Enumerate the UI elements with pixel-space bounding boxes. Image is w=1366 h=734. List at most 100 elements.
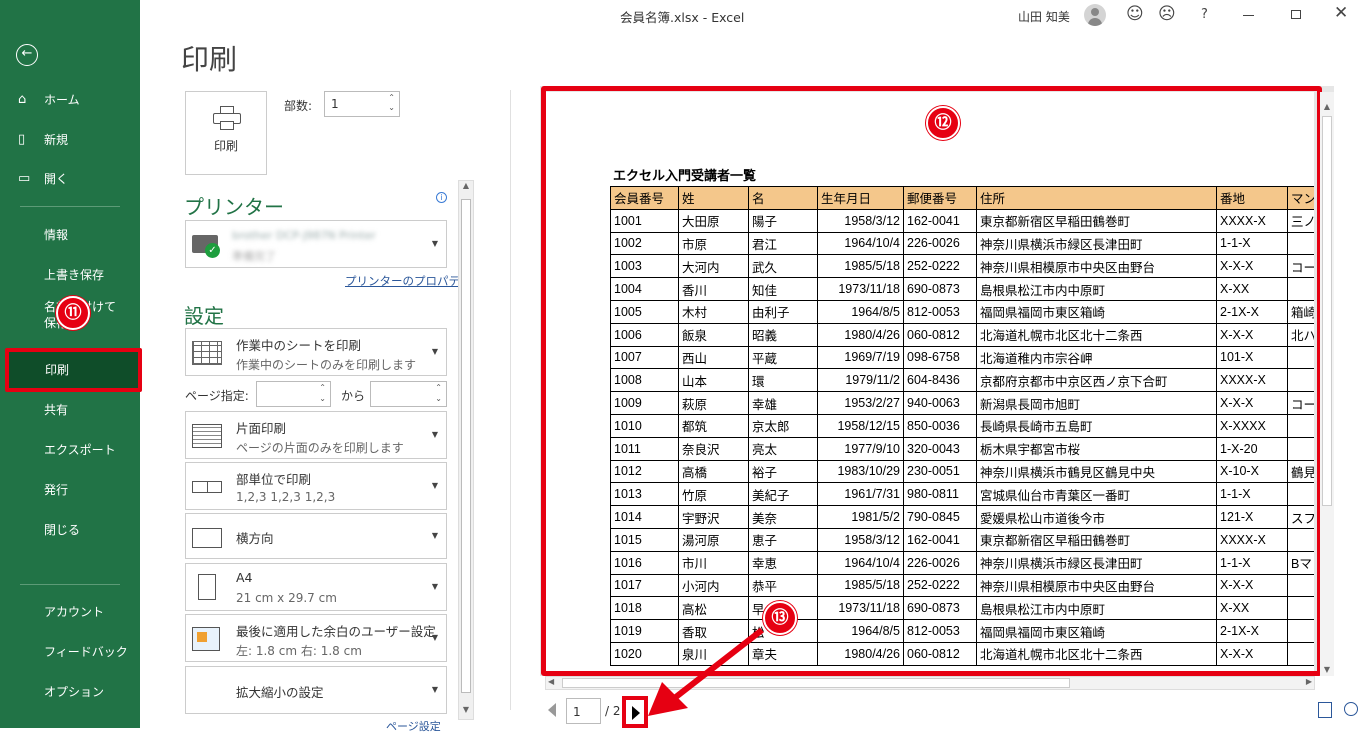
print-what-dropdown[interactable]: 作業中のシートを印刷 作業中のシートのみを印刷します ▼ <box>185 328 447 376</box>
show-margins-icon[interactable] <box>1318 702 1332 718</box>
sidebar-item-publish[interactable]: 発行 <box>0 472 140 508</box>
sidebar-item-label: 開く <box>44 172 69 186</box>
sidebar-item-save[interactable]: 上書き保存 <box>0 257 140 293</box>
frown-icon[interactable]: ☹ <box>1158 4 1176 24</box>
prev-page-button[interactable] <box>548 703 556 717</box>
settings-heading: 設定 <box>184 304 224 328</box>
sidebar-item-export[interactable]: エクスポート <box>0 432 140 468</box>
page-title: 印刷 <box>181 43 238 76</box>
home-icon: ⌂ <box>18 92 27 107</box>
sidebar-item-feedback[interactable]: フィードバック <box>0 634 140 670</box>
help-button[interactable]: ? <box>1201 7 1208 22</box>
option-subtitle: 21 cm x 29.7 cm <box>236 591 337 605</box>
user-name[interactable]: 山田 知美 <box>1018 8 1070 25</box>
sidebar-item-label: フィードバック <box>44 645 128 659</box>
page-number-value: 1 <box>573 705 581 719</box>
margins-dropdown[interactable]: 最後に適用した余白のユーザー設定 左: 1.8 cm 右: 1.8 cm ▼ <box>185 614 447 662</box>
sidebar-item-label: 新規 <box>44 133 69 147</box>
option-subtitle: ページの片面のみを印刷します <box>236 441 404 455</box>
collate-icon <box>192 481 222 493</box>
panel-divider <box>510 90 511 710</box>
page-from-input[interactable]: ⌃ ⌄ <box>256 381 331 407</box>
chevron-down-icon: ▼ <box>431 481 438 490</box>
scaling-dropdown[interactable]: 拡大縮小の設定 ▼ <box>185 666 447 714</box>
restore-button[interactable] <box>1291 10 1301 19</box>
sidebar-item-info[interactable]: 情報 <box>0 217 140 253</box>
check-icon: ✓ <box>205 243 220 258</box>
annotation-arrow <box>648 627 764 716</box>
sidebar-item-print[interactable]: 印刷 <box>5 348 142 392</box>
paper-size-dropdown[interactable]: A4 21 cm x 29.7 cm ▼ <box>185 563 447 611</box>
preview-highlight <box>541 86 1322 676</box>
chevron-down-icon: ▼ <box>431 685 438 694</box>
scrollbar-thumb[interactable] <box>562 678 1070 688</box>
sidebar-item-label: 上書き保存 <box>44 268 105 282</box>
orientation-dropdown[interactable]: 横方向 ▼ <box>185 513 447 559</box>
new-document-icon: ▯ <box>18 132 26 147</box>
option-subtitle: 作業中のシートのみを印刷します <box>236 358 417 372</box>
sidebar-item-close[interactable]: 閉じる <box>0 512 140 548</box>
option-title: A4 <box>236 570 253 585</box>
option-title: 拡大縮小の設定 <box>236 685 324 700</box>
back-button[interactable]: ← <box>16 44 38 66</box>
print-button[interactable]: 印刷 <box>185 91 267 175</box>
printer-dropdown[interactable]: ✓ brother DCP-J987N Printer 準備完了 ▼ <box>185 220 447 268</box>
sidebar-separator <box>20 206 120 207</box>
sidebar-item-label: アカウント <box>44 605 105 619</box>
sidebar-item-account[interactable]: アカウント <box>0 594 140 630</box>
zoom-to-page-icon[interactable] <box>1344 702 1358 716</box>
preview-vscrollbar[interactable]: ▲ ▼ <box>1320 92 1334 676</box>
option-subtitle: 左: 1.8 cm 右: 1.8 cm <box>236 644 362 658</box>
printer-icon <box>213 106 241 130</box>
scrollbar-thumb[interactable] <box>1322 116 1332 506</box>
page-to-input[interactable]: ⌃ ⌄ <box>370 381 447 407</box>
option-title: 横方向 <box>236 531 274 546</box>
option-title: 片面印刷 <box>236 421 287 436</box>
option-title: 作業中のシートを印刷 <box>236 338 362 353</box>
sidebar-item-label: 共有 <box>44 403 69 417</box>
sidebar-item-new[interactable]: ▯ 新規 <box>0 122 140 158</box>
chevron-down-icon: ▼ <box>431 347 438 356</box>
sidebar-item-open[interactable]: ▭ 開く <box>0 161 140 197</box>
sidebar-item-label: エクスポート <box>44 443 116 457</box>
smile-icon[interactable]: ☺ <box>1126 4 1144 24</box>
chevron-down-icon: ▼ <box>431 582 438 591</box>
info-icon[interactable]: i <box>436 192 447 203</box>
folder-icon: ▭ <box>18 171 31 186</box>
page-range-label: ページ指定: <box>185 389 249 403</box>
collate-dropdown[interactable]: 部単位で印刷 1,2,3 1,2,3 1,2,3 ▼ <box>185 462 447 510</box>
avatar[interactable] <box>1084 4 1106 26</box>
title-bar: 会員名簿.xlsx - Excel 山田 知美 ☺ ☹ ? ✕ <box>140 0 1366 30</box>
next-arrow-icon <box>632 706 640 720</box>
sidebar-item-share[interactable]: 共有 <box>0 392 140 428</box>
printer-properties-link[interactable]: プリンターのプロパティ <box>345 273 471 289</box>
copies-input[interactable]: 1 ⌃ ⌄ <box>324 91 400 117</box>
sidebar-item-home[interactable]: ⌂ ホーム <box>0 82 140 118</box>
page-setup-link[interactable]: ページ設定 <box>386 718 441 734</box>
spin-down-icon[interactable]: ⌄ <box>388 103 395 112</box>
option-title: 最後に適用した余白のユーザー設定 <box>236 624 436 639</box>
close-window-button[interactable]: ✕ <box>1334 3 1348 23</box>
sides-dropdown[interactable]: 片面印刷 ページの片面のみを印刷します ▼ <box>185 411 447 459</box>
one-sided-icon <box>192 424 222 448</box>
page-number-input[interactable]: 1 <box>566 698 601 724</box>
sheet-grid-icon <box>192 341 222 365</box>
annotation-13: ⑬ <box>763 601 797 635</box>
annotation-12: ⑫ <box>926 106 960 140</box>
scrollbar-thumb[interactable] <box>461 199 471 693</box>
backstage-sidebar: ← ⌂ホーム ▯新規 ▭開く 情報 上書き保存 名前を付けて保存 印刷 共有 エ… <box>0 0 142 728</box>
sidebar-item-options[interactable]: オプション <box>0 674 140 710</box>
sidebar-separator <box>20 584 120 585</box>
landscape-icon <box>192 528 222 548</box>
printer-heading: プリンター <box>184 195 284 219</box>
copies-value: 1 <box>331 97 339 111</box>
sidebar-item-label: オプション <box>44 685 105 699</box>
option-title: 部単位で印刷 <box>236 472 312 487</box>
paper-icon <box>198 574 216 600</box>
settings-scrollbar[interactable]: ▲ ▼ <box>458 180 474 720</box>
window-title: 会員名簿.xlsx - Excel <box>620 10 745 25</box>
spin-up-icon[interactable]: ⌃ <box>388 93 395 102</box>
option-subtitle: 1,2,3 1,2,3 1,2,3 <box>236 490 336 504</box>
minimize-button[interactable] <box>1243 15 1254 16</box>
sidebar-item-label: 閉じる <box>44 523 81 537</box>
